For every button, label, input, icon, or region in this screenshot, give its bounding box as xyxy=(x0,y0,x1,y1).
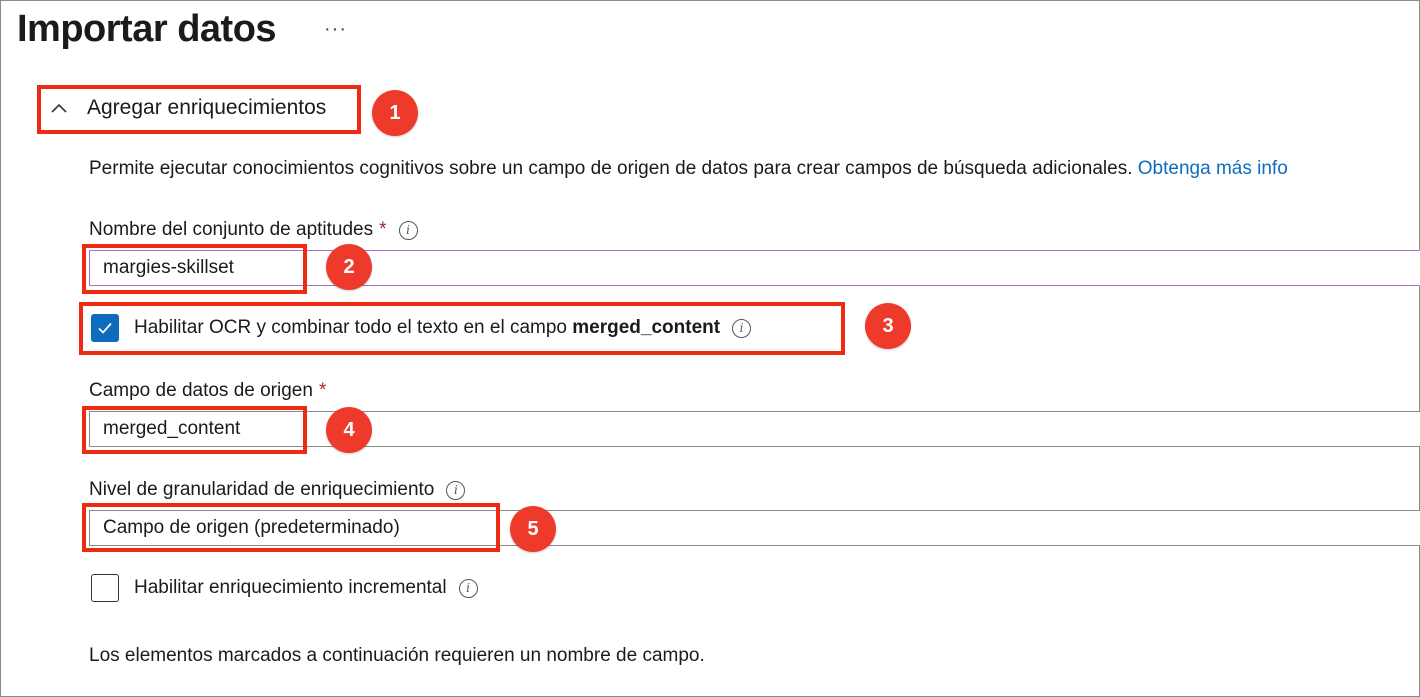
callout-badge: 5 xyxy=(510,506,556,552)
page-title: Importar datos xyxy=(17,8,277,50)
callout-badge: 3 xyxy=(865,303,911,349)
granularity-label: Nivel de granularidad de enriquecimiento… xyxy=(89,479,466,501)
required-marker: * xyxy=(318,380,327,401)
callout-badge: 1 xyxy=(372,90,418,136)
footer-note: Los elementos marcados a continuación re… xyxy=(89,645,705,666)
callout-badge: 4 xyxy=(326,407,372,453)
more-options-button[interactable]: ··· xyxy=(324,18,347,41)
info-icon[interactable]: i xyxy=(458,578,478,598)
highlight-box-ocr xyxy=(79,302,845,355)
highlight-box-source xyxy=(82,406,307,454)
enable-incremental-checkbox[interactable]: Habilitar enriquecimiento incremental i xyxy=(91,574,478,602)
info-icon[interactable]: i xyxy=(398,220,418,240)
highlight-box-section xyxy=(37,85,361,134)
info-icon[interactable]: i xyxy=(446,480,466,500)
incremental-checkbox-box[interactable] xyxy=(91,574,119,602)
description-text: Permite ejecutar conocimientos cognitivo… xyxy=(89,158,1133,179)
skillset-name-label: Nombre del conjunto de aptitudes * i xyxy=(89,219,418,241)
highlight-box-granularity xyxy=(82,503,500,552)
incremental-label: Habilitar enriquecimiento incremental xyxy=(134,577,447,598)
granularity-label-text: Nivel de granularidad de enriquecimiento xyxy=(89,479,435,500)
source-field-label-text: Campo de datos de origen xyxy=(89,380,313,401)
callout-badge: 2 xyxy=(326,244,372,290)
highlight-box-skillset xyxy=(82,244,307,294)
skillset-name-label-text: Nombre del conjunto de aptitudes xyxy=(89,219,374,240)
section-description: Permite ejecutar conocimientos cognitivo… xyxy=(89,158,1288,180)
learn-more-link[interactable]: Obtenga más info xyxy=(1138,158,1288,179)
source-field-label: Campo de datos de origen * xyxy=(89,380,326,402)
required-marker: * xyxy=(379,219,387,240)
